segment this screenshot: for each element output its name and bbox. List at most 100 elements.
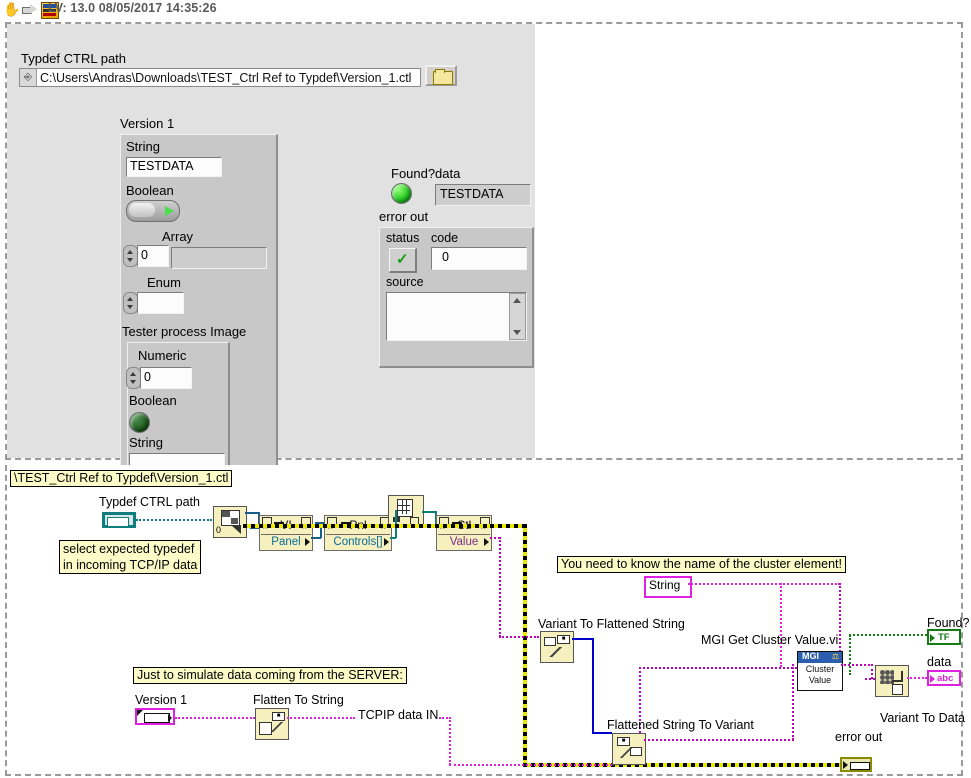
- wire-openviref-out: [245, 512, 259, 514]
- error-out-title: error out: [379, 209, 428, 224]
- data-terminal-label: data: [927, 655, 951, 669]
- array-index-input[interactable]: 0: [137, 245, 169, 267]
- property-node-vi-property[interactable]: Panel: [261, 534, 311, 550]
- enum-input[interactable]: [137, 292, 184, 314]
- array-index-value: 0: [141, 248, 148, 262]
- code-value: 0: [442, 250, 449, 264]
- mgi-get-cluster-value-node[interactable]: MGI ⚖ Cluster Value: [797, 651, 843, 691]
- array-label: Array: [162, 229, 193, 244]
- index-array-icon: [397, 499, 413, 517]
- path-control-label: Typdef CTRL path: [21, 51, 126, 66]
- variant-to-flattened-label: Variant To Flattened String: [538, 617, 685, 631]
- numeric-input[interactable]: 0: [140, 367, 192, 389]
- browse-button[interactable]: [425, 65, 457, 86]
- index-array-node[interactable]: [388, 495, 424, 527]
- inner-boolean-led[interactable]: [129, 412, 150, 433]
- data-terminal[interactable]: abc: [927, 670, 961, 686]
- inner-cluster-title: Tester process Image: [122, 324, 246, 339]
- mgi-node-line2: Value: [798, 675, 842, 685]
- wire-v2fs-out: [572, 638, 594, 640]
- open-vi-reference-node[interactable]: 0: [213, 506, 247, 538]
- source-label: source: [386, 275, 424, 289]
- error-wire-vertical: [523, 524, 527, 767]
- wire-mgi-out-down: [871, 664, 873, 679]
- flatten-to-string-label: Flatten To String: [253, 693, 344, 707]
- wire-mgi-out-right: [841, 664, 873, 666]
- wire-stringconst-right: [688, 583, 840, 585]
- string-input[interactable]: TESTDATA: [126, 157, 222, 177]
- path-input[interactable]: ⎆ C:\Users\Andras\Downloads\TEST_Ctrl Re…: [19, 68, 421, 87]
- property-node-pnl-arrow-icon: [384, 538, 389, 546]
- error-cluster-icon: [843, 761, 848, 769]
- hand-icon[interactable]: ✋: [3, 2, 19, 17]
- check-icon: ✓: [396, 251, 409, 269]
- open-vi-ref-index: 0: [216, 525, 221, 535]
- switch-knob: [129, 203, 155, 217]
- numeric-stepper[interactable]: [126, 367, 141, 389]
- string-constant[interactable]: String: [644, 576, 692, 598]
- boolean-label: Boolean: [126, 183, 174, 198]
- fs2v-convert-glyph-icon: [617, 748, 635, 758]
- error-out-terminal[interactable]: [840, 757, 872, 772]
- property-node-pnl-property[interactable]: Controls[]: [326, 534, 390, 550]
- title-bar-text: LV: 13.0 08/05/2017 14:35:26: [48, 1, 217, 15]
- wire-tcpip-down: [449, 717, 451, 765]
- run-arrow-icon[interactable]: [22, 4, 38, 15]
- path-input-value: C:\Users\Andras\Downloads\TEST_Ctrl Ref …: [40, 71, 411, 85]
- flatten-to-string-node[interactable]: ■: [255, 708, 289, 740]
- wire-indexarray-out: [422, 511, 436, 513]
- typdef-path-terminal[interactable]: [102, 512, 136, 528]
- path-constant[interactable]: \TEST_Ctrl Ref to Typdef\Version_1.ctl: [10, 470, 232, 487]
- status-indicator: ✓: [389, 248, 417, 273]
- property-node-vi-arrow-icon: [305, 538, 310, 546]
- source-indicator: [386, 292, 527, 341]
- wire-fs2v-out: [644, 739, 794, 741]
- boolean-switch[interactable]: [126, 200, 180, 222]
- variant-glyph-icon: [544, 637, 556, 646]
- property-node-ctl-property[interactable]: Value: [438, 534, 490, 550]
- typedef-comment-line2: in incoming TCP/IP data: [63, 557, 197, 573]
- property-node-vi[interactable]: ?! ?! VI Panel: [259, 515, 313, 551]
- data-terminal-text: abc: [937, 673, 953, 684]
- mgi-label: MGI Get Cluster Value.vi: [701, 633, 838, 647]
- flatten-string-glyph-icon: ■: [272, 712, 285, 721]
- variant-to-data-node[interactable]: [875, 665, 909, 697]
- array-element-field[interactable]: [171, 247, 267, 269]
- string-glyph-icon: ■: [557, 635, 570, 644]
- wire-path-to-openvi: [136, 519, 212, 521]
- variant-arrow-icon: [892, 671, 903, 682]
- flattened-string-to-variant-node[interactable]: ■: [612, 733, 646, 765]
- data-label: data: [435, 166, 460, 181]
- property-node-ctl[interactable]: ?! ?! Ctl Value: [436, 515, 492, 551]
- variant-to-data-label: Variant To Data: [880, 711, 965, 725]
- source-scrollbar[interactable]: [509, 293, 526, 340]
- mgi-node-header: MGI ⚖: [798, 652, 842, 663]
- found-terminal[interactable]: TF: [927, 629, 961, 645]
- found-terminal-arrow-icon: [930, 634, 935, 642]
- mgi-icon: ⚖: [832, 652, 839, 661]
- inner-boolean-label: Boolean: [129, 393, 177, 408]
- cluster-element-comment: You need to know the name of the cluster…: [557, 556, 846, 573]
- found-label: Found?: [391, 166, 435, 181]
- enum-label: Enum: [147, 275, 181, 290]
- path-terminal-icon: [107, 517, 129, 527]
- array-index-stepper[interactable]: [123, 245, 138, 267]
- property-node-pnl[interactable]: ?! ?! Pnl Controls[]: [324, 515, 392, 551]
- wire-v2d-to-data: [907, 677, 927, 679]
- wire-fs2v-up: [792, 664, 794, 740]
- enum-stepper[interactable]: [123, 292, 138, 314]
- typdef-path-terminal-label: Typdef CTRL path: [99, 495, 200, 509]
- variant-to-flattened-string-node[interactable]: ■: [540, 631, 574, 663]
- status-label: status: [386, 231, 419, 245]
- wire-flatten-out: [287, 717, 355, 719]
- numeric-label: Numeric: [138, 348, 186, 363]
- wire-ctl-value-down: [499, 537, 501, 637]
- wire-mgi-in-left: [639, 667, 797, 669]
- switch-on-indicator: [165, 206, 174, 216]
- wire-stringconst-down: [780, 583, 782, 667]
- version-cluster-constant[interactable]: [135, 708, 175, 725]
- wire-mgi-to-v2d: [865, 678, 875, 680]
- mgi-node-header-text: MGI: [802, 651, 819, 661]
- wire-tcpip-to-fs2v: [449, 764, 612, 766]
- code-indicator: 0: [431, 247, 527, 270]
